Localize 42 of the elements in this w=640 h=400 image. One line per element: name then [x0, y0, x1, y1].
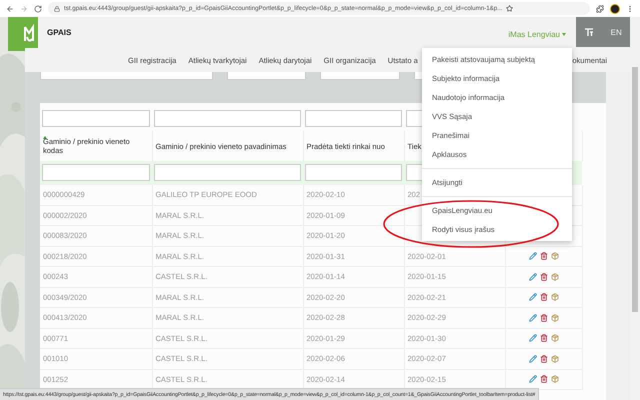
- trash-icon: [540, 375, 548, 384]
- box-icon: [550, 334, 558, 342]
- reload-icon: [34, 4, 42, 12]
- box-icon: [550, 252, 558, 260]
- pencil-icon: [528, 272, 536, 281]
- filter-field[interactable]: [305, 110, 402, 127]
- filter-field[interactable]: [42, 164, 150, 181]
- profile-avatar[interactable]: [610, 4, 620, 14]
- text-size-icon[interactable]: [584, 27, 594, 37]
- pencil-icon: [528, 334, 536, 342]
- filter-field[interactable]: [154, 110, 301, 127]
- filter-field[interactable]: [305, 164, 402, 181]
- filter-field[interactable]: [154, 164, 301, 181]
- extensions-icon: [596, 4, 604, 12]
- box-icon: [550, 354, 558, 363]
- logo-icon[interactable]: [8, 17, 38, 51]
- app-title: GPAIS: [47, 28, 72, 37]
- trash-icon: [540, 334, 548, 342]
- pencil-icon: [528, 354, 536, 363]
- input-field[interactable]: [40, 72, 213, 80]
- box-icon: [550, 314, 558, 322]
- lock-icon: [54, 6, 60, 12]
- trash-icon: [540, 293, 548, 302]
- filter-field[interactable]: [42, 110, 150, 127]
- trash-icon: [540, 252, 548, 260]
- trash-icon: [540, 272, 548, 281]
- trash-icon: [540, 314, 548, 322]
- sort-icon: [43, 136, 47, 139]
- box-icon: [550, 272, 558, 281]
- input-field[interactable]: [320, 72, 400, 80]
- forward-icon: [20, 4, 28, 12]
- back-icon: [6, 4, 14, 12]
- trash-icon: [540, 354, 548, 363]
- box-icon: [550, 293, 558, 302]
- pencil-icon: [528, 293, 536, 302]
- caret-icon: [562, 33, 566, 36]
- pencil-icon: [528, 252, 536, 260]
- box-icon: [550, 375, 558, 384]
- input-field[interactable]: [227, 72, 306, 80]
- star-icon: [506, 5, 514, 12]
- pencil-icon: [528, 375, 536, 384]
- pencil-icon: [528, 314, 536, 322]
